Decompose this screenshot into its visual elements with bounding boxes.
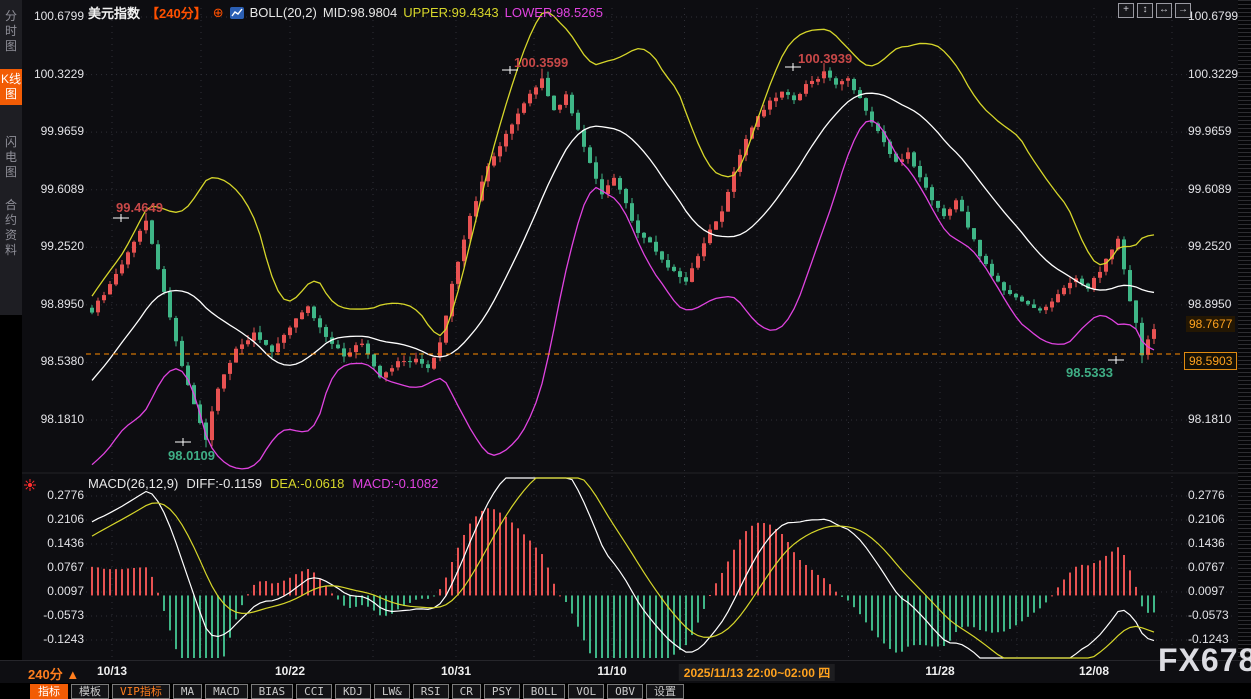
footer-button[interactable]: BIAS xyxy=(251,684,294,699)
footer-button[interactable]: OBV xyxy=(607,684,643,699)
symbol-name: 美元指数 xyxy=(88,3,140,22)
footer-button[interactable]: CR xyxy=(452,684,481,699)
shift-right-icon[interactable]: → xyxy=(1175,3,1191,18)
footer-button[interactable]: 设置 xyxy=(646,684,684,699)
date-tick-label: 11/28 xyxy=(925,664,954,678)
footer-button[interactable]: 模板 xyxy=(71,684,109,699)
footer-button[interactable]: 指标 xyxy=(30,684,68,699)
boll-lower-value: LOWER:98.5265 xyxy=(505,5,603,20)
trading-app-window: 分时图 K线图闪电图合约资料 100.6799100.6799100.322910… xyxy=(0,0,1251,699)
sidebar-item-tab[interactable]: 合约资料 xyxy=(0,195,22,261)
timeframe-selector[interactable]: 240分 ▲ xyxy=(28,664,79,683)
macd-diff-value: DIFF:-0.1159 xyxy=(186,476,262,491)
footer-button[interactable]: BOLL xyxy=(523,684,566,699)
footer-button[interactable]: VOL xyxy=(568,684,604,699)
zoom-vertical-icon[interactable]: ↕ xyxy=(1137,3,1153,18)
indicator-toolbar: 指标模板VIP指标MAMACDBIASCCIKDJLW&RSICRPSYBOLL… xyxy=(0,683,1251,699)
footer-button[interactable]: LW& xyxy=(374,684,410,699)
footer-button[interactable]: CCI xyxy=(296,684,332,699)
footer-button[interactable]: VIP指标 xyxy=(112,684,170,699)
sidebar-item-active[interactable]: K线图 xyxy=(0,69,22,105)
zoom-horizontal-icon[interactable]: ↔ xyxy=(1156,3,1172,18)
period-label: 【240分】 xyxy=(146,3,207,22)
fx678-watermark: FX678 xyxy=(1158,642,1251,679)
kline-chart-canvas[interactable] xyxy=(22,0,1251,660)
left-sidebar: 分时图 K线图闪电图合约资料 xyxy=(0,0,22,699)
boll-indicator-label: BOLL(20,2) xyxy=(250,5,317,20)
chart-type-icon[interactable] xyxy=(230,7,244,19)
add-indicator-icon[interactable]: ⊕ xyxy=(213,5,224,21)
date-tick-label: 10/31 xyxy=(441,664,471,678)
date-tick-label: 11/10 xyxy=(597,664,626,678)
boll-mid-value: MID:98.9804 xyxy=(323,5,397,20)
timeframe-arrow-icon: ▲ xyxy=(66,667,79,682)
right-scroll-strip[interactable] xyxy=(1238,0,1251,660)
date-tick-label: 10/22 xyxy=(275,664,305,678)
chart-toolbar: +↕↔→ xyxy=(1118,3,1191,18)
date-tick-label: 12/08 xyxy=(1079,664,1109,678)
sidebar-item-tab[interactable]: 分时图 xyxy=(0,6,22,57)
time-axis-bar: 240分 ▲ 10/13 10/22 10/31 11/10 2025/11/13 22… xyxy=(0,660,1251,683)
boll-upper-value: UPPER:99.4343 xyxy=(403,5,498,20)
date-tick-label: 10/13 xyxy=(97,664,127,678)
macd-pane-icon[interactable] xyxy=(24,478,36,496)
footer-button[interactable]: MACD xyxy=(205,684,248,699)
footer-button[interactable]: KDJ xyxy=(335,684,371,699)
macd-dea-value: DEA:-0.0618 xyxy=(270,476,344,491)
macd-pane-header: MACD(26,12,9) DIFF:-0.1159 DEA:-0.0618 M… xyxy=(88,476,438,491)
cursor-datetime-label: 2025/11/13 22:00~02:00 四 xyxy=(679,664,835,681)
sidebar-item-tab[interactable]: 闪电图 xyxy=(0,132,22,183)
chart-area[interactable]: 100.6799100.6799100.3229100.322999.96599… xyxy=(22,0,1251,660)
footer-button[interactable]: PSY xyxy=(484,684,520,699)
footer-button[interactable]: MA xyxy=(173,684,202,699)
macd-params-label: MACD(26,12,9) xyxy=(88,476,178,491)
macd-value: MACD:-0.1082 xyxy=(352,476,438,491)
price-pane-header: 美元指数 【240分】 ⊕ BOLL(20,2) MID:98.9804 UPP… xyxy=(88,3,603,22)
footer-button[interactable]: RSI xyxy=(413,684,449,699)
pan-tool-icon[interactable]: + xyxy=(1118,3,1134,18)
timeframe-label: 240分 xyxy=(28,667,63,682)
